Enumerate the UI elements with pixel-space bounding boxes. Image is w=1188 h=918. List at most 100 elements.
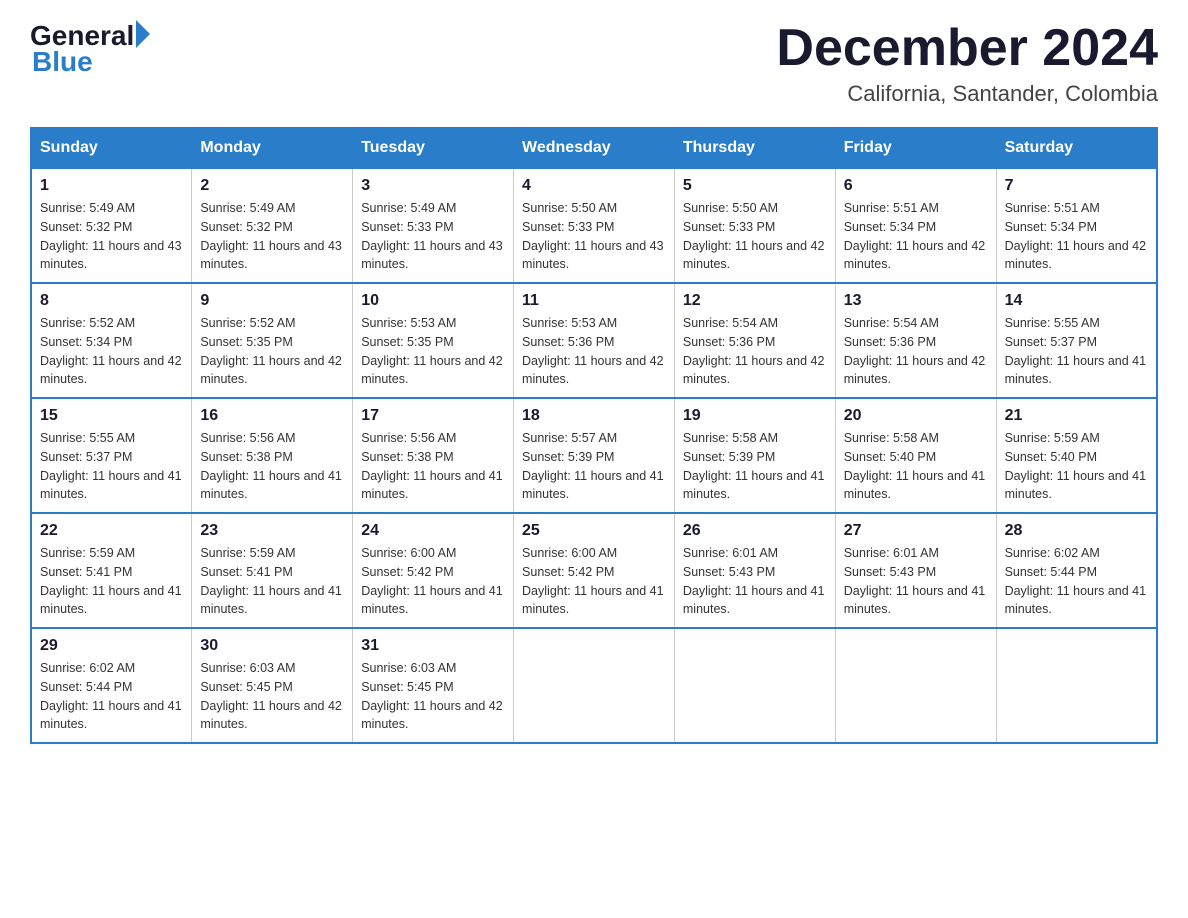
day-number: 14 (1005, 292, 1148, 310)
calendar-cell: 20 Sunrise: 5:58 AMSunset: 5:40 PMDayligh… (835, 398, 996, 513)
weekday-header-friday: Friday (835, 128, 996, 168)
calendar-week-row: 29 Sunrise: 6:02 AMSunset: 5:44 PMDayligh… (31, 628, 1157, 743)
logo: General Blue (30, 20, 150, 78)
day-number: 21 (1005, 407, 1148, 425)
logo-arrow-icon (136, 20, 150, 48)
calendar-cell: 4 Sunrise: 5:50 AMSunset: 5:33 PMDaylight… (514, 168, 675, 283)
calendar-cell: 21 Sunrise: 5:59 AMSunset: 5:40 PMDayligh… (996, 398, 1157, 513)
month-title: December 2024 (776, 20, 1158, 77)
calendar-cell: 8 Sunrise: 5:52 AMSunset: 5:34 PMDaylight… (31, 283, 192, 398)
day-number: 29 (40, 637, 183, 655)
logo-blue-text: Blue (32, 46, 93, 78)
day-info: Sunrise: 5:50 AMSunset: 5:33 PMDaylight:… (522, 199, 666, 274)
calendar-cell: 1 Sunrise: 5:49 AMSunset: 5:32 PMDaylight… (31, 168, 192, 283)
weekday-header-row: SundayMondayTuesdayWednesdayThursdayFrid… (31, 128, 1157, 168)
day-info: Sunrise: 5:53 AMSunset: 5:36 PMDaylight:… (522, 314, 666, 389)
calendar-cell: 14 Sunrise: 5:55 AMSunset: 5:37 PMDayligh… (996, 283, 1157, 398)
day-number: 2 (200, 177, 344, 195)
calendar-cell: 2 Sunrise: 5:49 AMSunset: 5:32 PMDaylight… (192, 168, 353, 283)
weekday-header-tuesday: Tuesday (353, 128, 514, 168)
day-info: Sunrise: 5:51 AMSunset: 5:34 PMDaylight:… (1005, 199, 1148, 274)
day-number: 25 (522, 522, 666, 540)
calendar-cell: 30Sunrise: 6:03 AMSunset: 5:45 PMDayligh… (192, 628, 353, 743)
calendar-cell (996, 628, 1157, 743)
day-info: Sunrise: 5:57 AMSunset: 5:39 PMDaylight:… (522, 429, 666, 504)
day-number: 17 (361, 407, 505, 425)
calendar-cell: 16Sunrise: 5:56 AMSunset: 5:38 PMDayligh… (192, 398, 353, 513)
day-number: 1 (40, 177, 183, 195)
calendar-cell: 28Sunrise: 6:02 AMSunset: 5:44 PMDayligh… (996, 513, 1157, 628)
calendar-week-row: 8 Sunrise: 5:52 AMSunset: 5:34 PMDaylight… (31, 283, 1157, 398)
day-info: Sunrise: 5:55 AMSunset: 5:37 PMDaylight:… (40, 429, 183, 504)
day-number: 26 (683, 522, 827, 540)
calendar-week-row: 1 Sunrise: 5:49 AMSunset: 5:32 PMDaylight… (31, 168, 1157, 283)
day-info: Sunrise: 6:00 AMSunset: 5:42 PMDaylight:… (522, 544, 666, 619)
day-number: 11 (522, 292, 666, 310)
page-header: General Blue December 2024 California, S… (30, 20, 1158, 107)
calendar-cell: 6Sunrise: 5:51 AMSunset: 5:34 PMDaylight… (835, 168, 996, 283)
day-info: Sunrise: 6:02 AMSunset: 5:44 PMDaylight:… (40, 659, 183, 734)
day-number: 8 (40, 292, 183, 310)
day-number: 31 (361, 637, 505, 655)
day-number: 19 (683, 407, 827, 425)
day-info: Sunrise: 5:59 AMSunset: 5:41 PMDaylight:… (200, 544, 344, 619)
calendar-cell (514, 628, 675, 743)
day-info: Sunrise: 5:52 AMSunset: 5:34 PMDaylight:… (40, 314, 183, 389)
day-info: Sunrise: 5:58 AMSunset: 5:40 PMDaylight:… (844, 429, 988, 504)
calendar-week-row: 15 Sunrise: 5:55 AMSunset: 5:37 PMDayligh… (31, 398, 1157, 513)
day-number: 5 (683, 177, 827, 195)
day-info: Sunrise: 5:52 AMSunset: 5:35 PMDaylight:… (200, 314, 344, 389)
day-info: Sunrise: 6:03 AMSunset: 5:45 PMDaylight:… (361, 659, 505, 734)
calendar-cell: 10Sunrise: 5:53 AMSunset: 5:35 PMDayligh… (353, 283, 514, 398)
calendar-cell: 23 Sunrise: 5:59 AMSunset: 5:41 PMDayligh… (192, 513, 353, 628)
weekday-header-saturday: Saturday (996, 128, 1157, 168)
day-number: 28 (1005, 522, 1148, 540)
weekday-header-monday: Monday (192, 128, 353, 168)
day-info: Sunrise: 5:59 AMSunset: 5:40 PMDaylight:… (1005, 429, 1148, 504)
day-number: 20 (844, 407, 988, 425)
day-info: Sunrise: 5:59 AMSunset: 5:41 PMDaylight:… (40, 544, 183, 619)
day-number: 13 (844, 292, 988, 310)
calendar-cell: 24 Sunrise: 6:00 AMSunset: 5:42 PMDayligh… (353, 513, 514, 628)
day-info: Sunrise: 5:50 AMSunset: 5:33 PMDaylight:… (683, 199, 827, 274)
day-info: Sunrise: 5:58 AMSunset: 5:39 PMDaylight:… (683, 429, 827, 504)
day-info: Sunrise: 6:01 AMSunset: 5:43 PMDaylight:… (683, 544, 827, 619)
day-info: Sunrise: 5:49 AMSunset: 5:32 PMDaylight:… (40, 199, 183, 274)
day-info: Sunrise: 6:01 AMSunset: 5:43 PMDaylight:… (844, 544, 988, 619)
calendar-table: SundayMondayTuesdayWednesdayThursdayFrid… (30, 127, 1158, 744)
calendar-cell: 17Sunrise: 5:56 AMSunset: 5:38 PMDayligh… (353, 398, 514, 513)
calendar-cell: 29 Sunrise: 6:02 AMSunset: 5:44 PMDayligh… (31, 628, 192, 743)
day-info: Sunrise: 5:54 AMSunset: 5:36 PMDaylight:… (683, 314, 827, 389)
day-number: 3 (361, 177, 505, 195)
day-number: 4 (522, 177, 666, 195)
calendar-cell: 26 Sunrise: 6:01 AMSunset: 5:43 PMDayligh… (674, 513, 835, 628)
day-number: 22 (40, 522, 183, 540)
day-info: Sunrise: 5:49 AMSunset: 5:33 PMDaylight:… (361, 199, 505, 274)
day-number: 7 (1005, 177, 1148, 195)
calendar-cell (835, 628, 996, 743)
day-info: Sunrise: 5:54 AMSunset: 5:36 PMDaylight:… (844, 314, 988, 389)
calendar-cell (674, 628, 835, 743)
day-number: 6 (844, 177, 988, 195)
day-number: 9 (200, 292, 344, 310)
day-info: Sunrise: 5:55 AMSunset: 5:37 PMDaylight:… (1005, 314, 1148, 389)
weekday-header-wednesday: Wednesday (514, 128, 675, 168)
day-number: 27 (844, 522, 988, 540)
calendar-cell: 3 Sunrise: 5:49 AMSunset: 5:33 PMDaylight… (353, 168, 514, 283)
day-number: 30 (200, 637, 344, 655)
calendar-cell: 31 Sunrise: 6:03 AMSunset: 5:45 PMDayligh… (353, 628, 514, 743)
day-info: Sunrise: 6:00 AMSunset: 5:42 PMDaylight:… (361, 544, 505, 619)
calendar-cell: 9 Sunrise: 5:52 AMSunset: 5:35 PMDaylight… (192, 283, 353, 398)
calendar-cell: 22 Sunrise: 5:59 AMSunset: 5:41 PMDayligh… (31, 513, 192, 628)
day-number: 23 (200, 522, 344, 540)
calendar-cell: 12 Sunrise: 5:54 AMSunset: 5:36 PMDayligh… (674, 283, 835, 398)
calendar-cell: 19 Sunrise: 5:58 AMSunset: 5:39 PMDayligh… (674, 398, 835, 513)
day-number: 24 (361, 522, 505, 540)
day-info: Sunrise: 5:49 AMSunset: 5:32 PMDaylight:… (200, 199, 344, 274)
calendar-week-row: 22 Sunrise: 5:59 AMSunset: 5:41 PMDayligh… (31, 513, 1157, 628)
day-number: 12 (683, 292, 827, 310)
location-title: California, Santander, Colombia (776, 81, 1158, 107)
day-number: 10 (361, 292, 505, 310)
day-info: Sunrise: 5:56 AMSunset: 5:38 PMDaylight:… (200, 429, 344, 504)
day-number: 15 (40, 407, 183, 425)
